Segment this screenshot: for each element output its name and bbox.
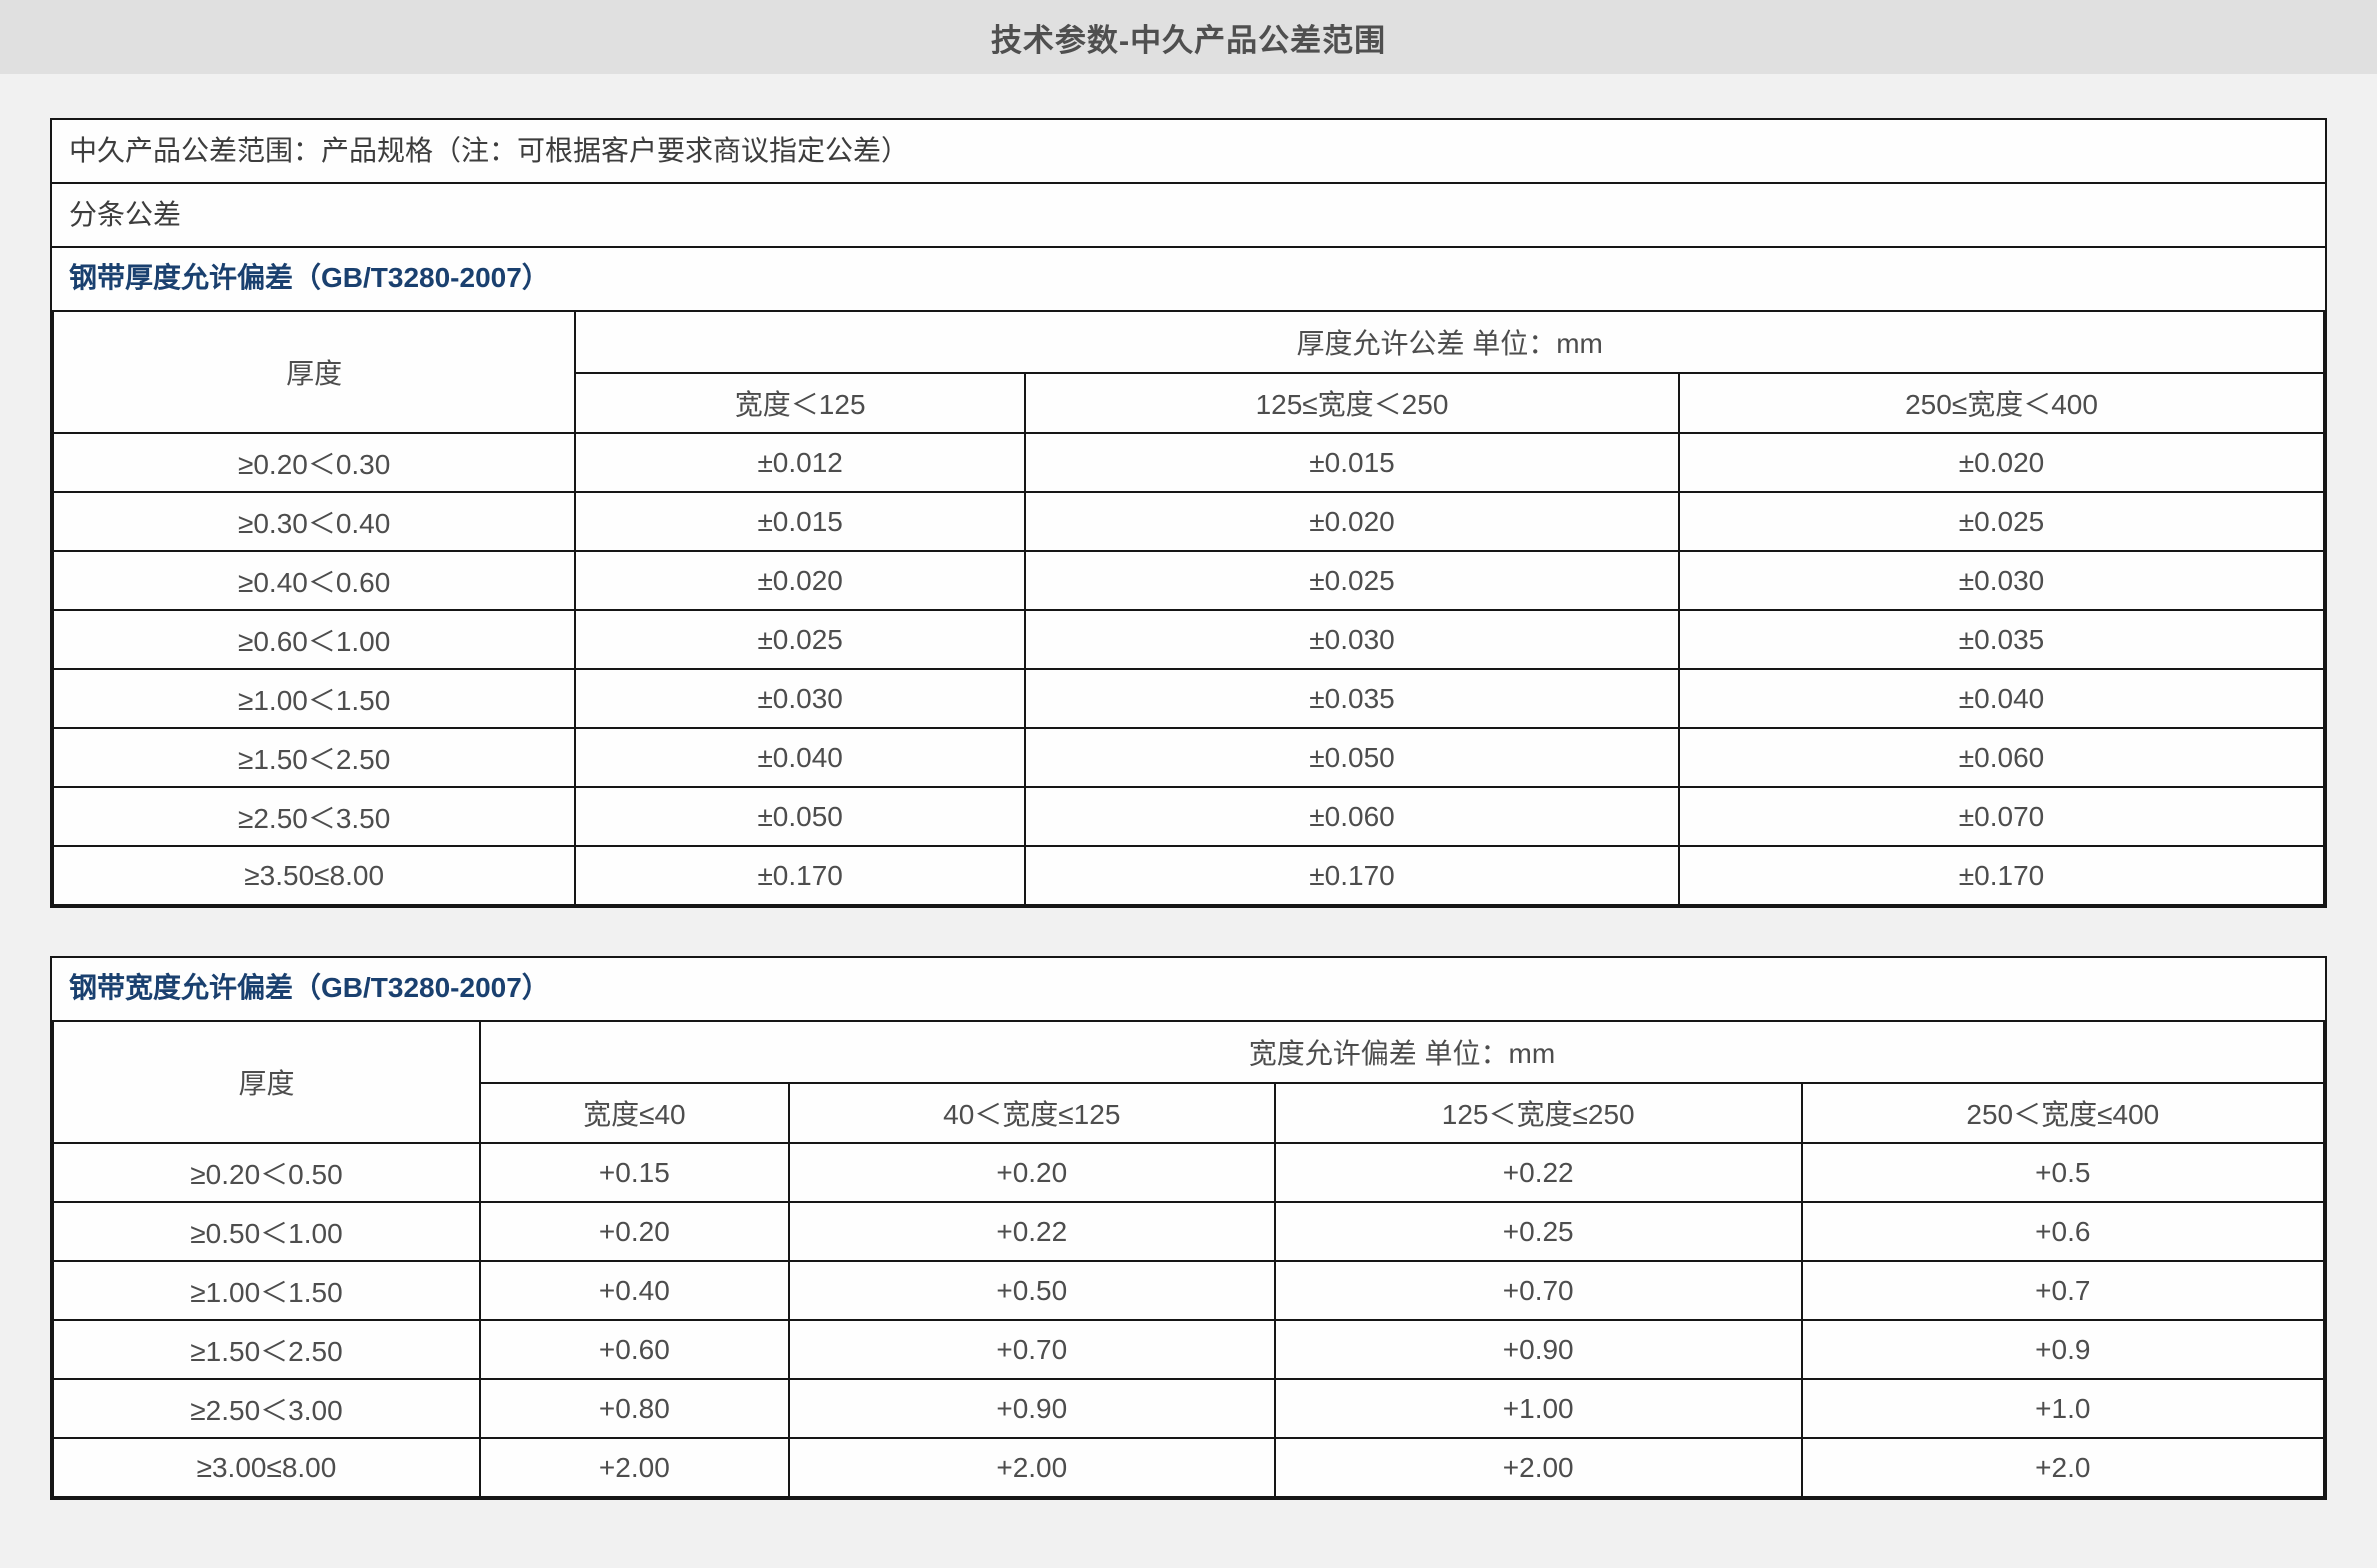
value-cell: ±0.035 [1679,610,2324,669]
value-cell: ±0.030 [1025,610,1679,669]
value-cell: +0.7 [1802,1261,2324,1320]
value-cell: +0.70 [1275,1261,1802,1320]
column-header-cell: 宽度＜125 [575,373,1025,433]
value-cell: ±0.015 [575,492,1025,551]
value-cell: ±0.025 [575,610,1025,669]
value-cell: +0.70 [789,1320,1275,1379]
row-label-cell: ≥1.50＜2.50 [53,728,575,787]
value-cell: +1.0 [1802,1379,2324,1438]
value-cell: ±0.030 [1679,551,2324,610]
table-row: ≥3.50≤8.00±0.170±0.170±0.170 [53,846,2324,905]
column-header-cell: 250＜宽度≤400 [1802,1083,2324,1143]
table-row: ≥1.50＜2.50±0.040±0.050±0.060 [53,728,2324,787]
row-label-cell: ≥2.50＜3.00 [53,1379,480,1438]
value-cell: +0.90 [1275,1320,1802,1379]
thickness-tolerance-table: 厚度厚度允许公差 单位：mm宽度＜125125≤宽度＜250250≤宽度＜400… [52,310,2325,906]
intro-line-slitting: 分条公差 [52,184,2325,248]
value-cell: +0.5 [1802,1143,2324,1202]
row-label-cell: ≥1.50＜2.50 [53,1320,480,1379]
value-cell: ±0.170 [1679,846,2324,905]
value-cell: ±0.060 [1025,787,1679,846]
width-tolerance-table: 厚度宽度允许偏差 单位：mm宽度≤4040＜宽度≤125125＜宽度≤25025… [52,1020,2325,1498]
value-cell: ±0.060 [1679,728,2324,787]
table-row: ≥0.20＜0.50+0.15+0.20+0.22+0.5 [53,1143,2324,1202]
value-cell: ±0.020 [1025,492,1679,551]
value-cell: +0.6 [1802,1202,2324,1261]
table-row: ≥1.00＜1.50+0.40+0.50+0.70+0.7 [53,1261,2324,1320]
table-row: ≥0.30＜0.40±0.015±0.020±0.025 [53,492,2324,551]
column-header-cell: 250≤宽度＜400 [1679,373,2324,433]
value-cell: +0.90 [789,1379,1275,1438]
column-header-cell: 40＜宽度≤125 [789,1083,1275,1143]
table-row: ≥2.50＜3.00+0.80+0.90+1.00+1.0 [53,1379,2324,1438]
row-label-cell: ≥0.20＜0.30 [53,433,575,492]
value-cell: ±0.040 [1679,669,2324,728]
row-label-cell: ≥0.50＜1.00 [53,1202,480,1261]
value-cell: +0.22 [1275,1143,1802,1202]
column-header-cell: 125≤宽度＜250 [1025,373,1679,433]
table-row: ≥3.00≤8.00+2.00+2.00+2.00+2.0 [53,1438,2324,1497]
value-cell: ±0.050 [1025,728,1679,787]
value-cell: +0.22 [789,1202,1275,1261]
row-label-cell: ≥0.60＜1.00 [53,610,575,669]
tolerance-section-width: 钢带宽度允许偏差（GB/T3280-2007） 厚度宽度允许偏差 单位：mm宽度… [50,956,2327,1500]
value-cell: +0.80 [480,1379,789,1438]
value-cell: ±0.070 [1679,787,2324,846]
value-cell: ±0.025 [1025,551,1679,610]
row-label-cell: ≥0.40＜0.60 [53,551,575,610]
table-row: ≥1.00＜1.50±0.030±0.035±0.040 [53,669,2324,728]
value-cell: ±0.050 [575,787,1025,846]
row-label-cell: ≥3.00≤8.00 [53,1438,480,1497]
value-cell: +0.20 [789,1143,1275,1202]
intro-line-spec: 中久产品公差范围：产品规格（注：可根据客户要求商议指定公差） [52,120,2325,184]
group-header-cell: 宽度允许偏差 单位：mm [480,1021,2324,1083]
value-cell: +1.00 [1275,1379,1802,1438]
value-cell: ±0.015 [1025,433,1679,492]
value-cell: ±0.170 [575,846,1025,905]
value-cell: +2.00 [789,1438,1275,1497]
value-cell: +0.40 [480,1261,789,1320]
column-header-cell: 宽度≤40 [480,1083,789,1143]
value-cell: +0.50 [789,1261,1275,1320]
value-cell: ±0.020 [1679,433,2324,492]
corner-header-cell: 厚度 [53,311,575,433]
row-label-cell: ≥0.30＜0.40 [53,492,575,551]
table-row: ≥0.60＜1.00±0.025±0.030±0.035 [53,610,2324,669]
tolerance-section-thickness: 中久产品公差范围：产品规格（注：可根据客户要求商议指定公差） 分条公差 钢带厚度… [50,118,2327,908]
row-label-cell: ≥1.00＜1.50 [53,669,575,728]
row-label-cell: ≥0.20＜0.50 [53,1143,480,1202]
value-cell: +0.25 [1275,1202,1802,1261]
page-header-bar: 技术参数-中久产品公差范围 [0,0,2377,74]
value-cell: ±0.012 [575,433,1025,492]
value-cell: +2.00 [480,1438,789,1497]
value-cell: ±0.030 [575,669,1025,728]
column-header-cell: 125＜宽度≤250 [1275,1083,1802,1143]
corner-header-cell: 厚度 [53,1021,480,1143]
row-label-cell: ≥1.00＜1.50 [53,1261,480,1320]
value-cell: +2.0 [1802,1438,2324,1497]
row-label-cell: ≥2.50＜3.50 [53,787,575,846]
thickness-table-heading: 钢带厚度允许偏差（GB/T3280-2007） [52,248,2325,310]
value-cell: ±0.040 [575,728,1025,787]
width-table-heading: 钢带宽度允许偏差（GB/T3280-2007） [52,958,2325,1020]
group-header-cell: 厚度允许公差 单位：mm [575,311,2324,373]
value-cell: ±0.035 [1025,669,1679,728]
value-cell: +2.00 [1275,1438,1802,1497]
page-title: 技术参数-中久产品公差范围 [991,15,1386,60]
value-cell: ±0.170 [1025,846,1679,905]
table-row: ≥2.50＜3.50±0.050±0.060±0.070 [53,787,2324,846]
value-cell: ±0.020 [575,551,1025,610]
value-cell: +0.9 [1802,1320,2324,1379]
table-row: ≥0.40＜0.60±0.020±0.025±0.030 [53,551,2324,610]
table-row: ≥1.50＜2.50+0.60+0.70+0.90+0.9 [53,1320,2324,1379]
value-cell: +0.20 [480,1202,789,1261]
table-row: ≥0.20＜0.30±0.012±0.015±0.020 [53,433,2324,492]
value-cell: +0.60 [480,1320,789,1379]
row-label-cell: ≥3.50≤8.00 [53,846,575,905]
value-cell: +0.15 [480,1143,789,1202]
table-row: ≥0.50＜1.00+0.20+0.22+0.25+0.6 [53,1202,2324,1261]
value-cell: ±0.025 [1679,492,2324,551]
